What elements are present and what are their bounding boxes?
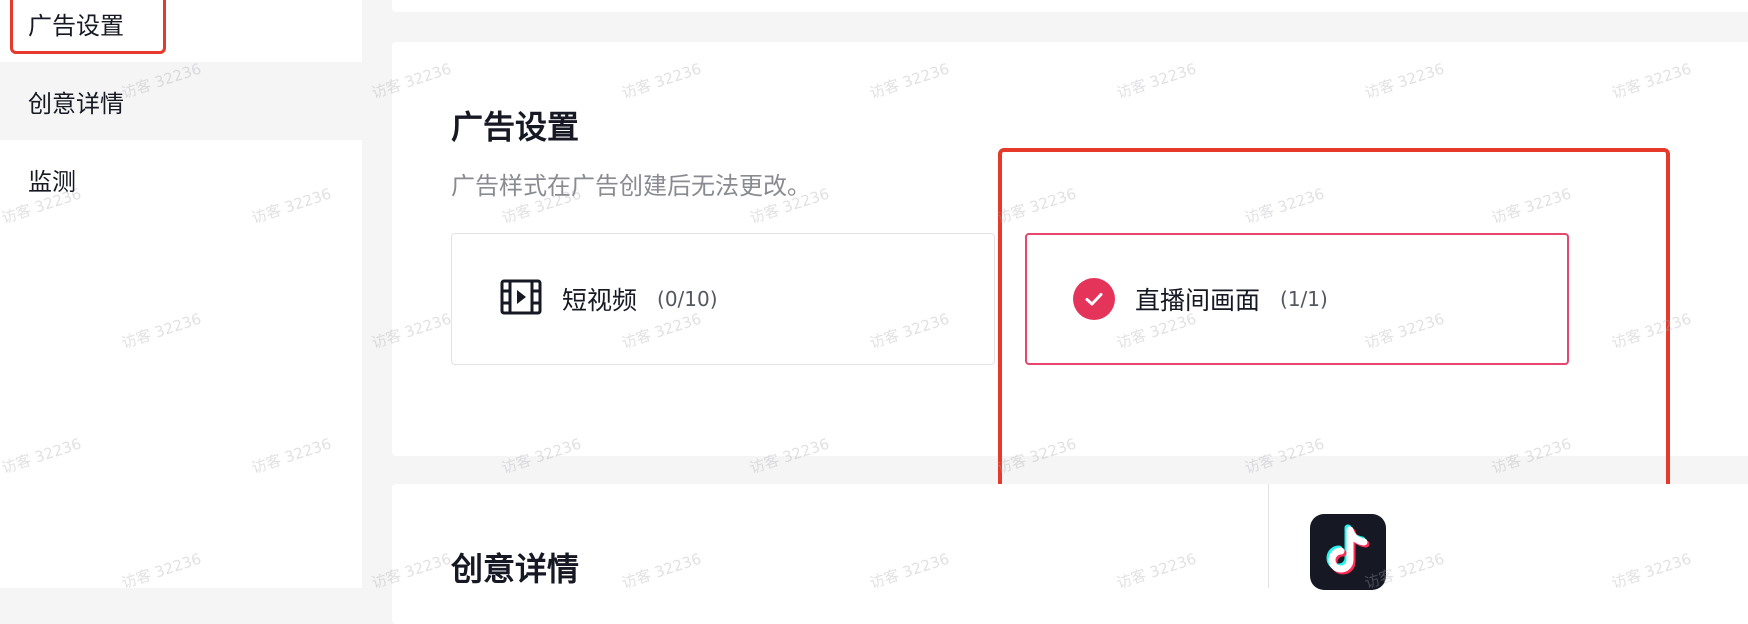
option-label: 直播间画面	[1135, 286, 1261, 315]
sidebar-item-monitoring[interactable]: 监测	[0, 140, 362, 218]
sidebar: 广告设置 创意详情 监测	[0, 0, 362, 588]
tiktok-logo-icon	[1310, 514, 1386, 590]
sidebar-item-creative-details[interactable]: 创意详情	[0, 62, 362, 140]
creative-details-card	[392, 484, 1748, 624]
option-short-video[interactable]: 短视频 (0/10)	[451, 233, 995, 365]
option-count: (0/10)	[657, 287, 718, 311]
creative-details-title: 创意详情	[451, 550, 580, 588]
sidebar-item-label: 创意详情	[28, 89, 124, 118]
ad-settings-subtitle: 广告样式在广告创建后无法更改。	[451, 172, 811, 200]
option-live-room[interactable]: 直播间画面 (1/1)	[1025, 233, 1569, 365]
sidebar-item-label: 监测	[28, 167, 76, 196]
ad-settings-title: 广告设置	[451, 108, 580, 146]
divider	[1268, 484, 1269, 588]
sidebar-item-label: 广告设置	[28, 11, 124, 40]
video-icon	[500, 279, 542, 319]
option-count: (1/1)	[1280, 287, 1328, 311]
sidebar-item-ad-settings[interactable]: 广告设置	[0, 0, 362, 62]
option-label: 短视频	[562, 286, 638, 315]
previous-section-card	[392, 0, 1748, 12]
check-icon	[1073, 278, 1115, 320]
